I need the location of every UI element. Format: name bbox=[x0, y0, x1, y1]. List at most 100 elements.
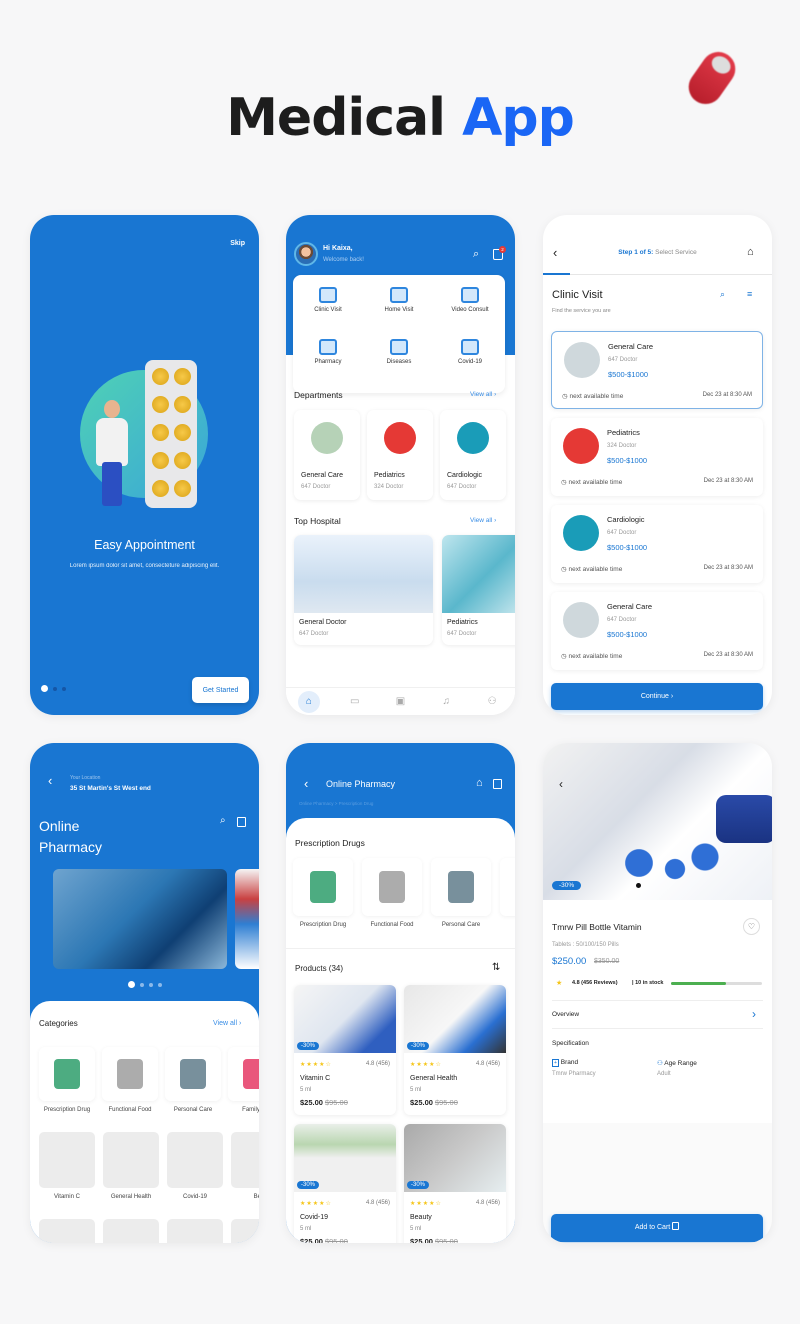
service-item[interactable]: Pediatrics 324 Doctor $500-$1000 ◷ next ava… bbox=[551, 418, 763, 496]
subgreeting: Welcome back! bbox=[323, 257, 364, 263]
menu-icon[interactable]: ≡ bbox=[747, 289, 752, 299]
favorite-heart-icon[interactable]: ♡ bbox=[743, 918, 760, 935]
department-card[interactable]: Pediatrics 324 Doctor bbox=[367, 410, 433, 500]
cart-icon[interactable] bbox=[237, 817, 246, 827]
department-card[interactable]: General Care 647 Doctor bbox=[294, 410, 360, 500]
service-home-visit[interactable]: Home Visit bbox=[364, 287, 434, 313]
service-item[interactable]: General Care 647 Doctor $500-$1000 ◷ next a… bbox=[551, 592, 763, 670]
title-main: Medical bbox=[226, 88, 446, 148]
overview-row[interactable]: Overview bbox=[552, 1011, 579, 1018]
product-name: Tmrw Pill Bottle Vitamin bbox=[552, 922, 642, 932]
product-card[interactable]: -30% ★★★★☆ 4.8 (456) Vitamin C 5 ml $25.00 $95… bbox=[294, 985, 396, 1115]
category-item[interactable]: Functional Food bbox=[362, 858, 422, 928]
search-icon[interactable]: ⌕ bbox=[473, 248, 479, 261]
discount-badge: -30% bbox=[407, 1042, 430, 1050]
promo-banner[interactable] bbox=[53, 869, 227, 969]
tablet-icon bbox=[152, 368, 169, 385]
category-item[interactable]: Prescription Drug bbox=[293, 858, 353, 928]
product-price: $250.00 bbox=[552, 956, 587, 967]
rating-text: 4.8 (456) bbox=[365, 1061, 390, 1067]
skip-button[interactable]: Skip bbox=[230, 240, 245, 247]
product-name: General Health bbox=[410, 1075, 458, 1082]
product-thumb[interactable] bbox=[103, 1219, 159, 1243]
product-rating[interactable]: 4.8 (456 Reviews) bbox=[572, 980, 618, 986]
service-pharmacy[interactable]: Pharmacy bbox=[293, 339, 363, 365]
onboarding-heading: Easy Appointment bbox=[94, 538, 195, 552]
avatar[interactable] bbox=[294, 242, 318, 266]
product-price: $25.00 $95.00 bbox=[300, 1098, 348, 1107]
breadcrumb[interactable]: Online Pharmacy > Prescription Drug bbox=[299, 801, 373, 806]
home-icon[interactable]: ⌂ bbox=[476, 777, 483, 789]
search-icon[interactable]: ⌕ bbox=[220, 815, 226, 826]
product-card[interactable]: -30% ★★★★☆ 4.8 (456) General Health 5 ml $25.… bbox=[404, 985, 506, 1115]
search-icon[interactable]: ⌕ bbox=[720, 289, 725, 300]
bell-icon[interactable]: ♫ bbox=[435, 691, 457, 713]
category-label: Prescription Drug bbox=[43, 1107, 91, 1113]
category-thumb bbox=[102, 1047, 158, 1101]
product-card[interactable]: -30% ★★★★☆ 4.8 (456) Covid-19 5 ml $25.00 $95.… bbox=[294, 1124, 396, 1243]
tablet-icon bbox=[152, 480, 169, 497]
hospital-view-all[interactable]: View all › bbox=[470, 517, 496, 524]
home-icon[interactable]: ⌂ bbox=[747, 246, 754, 258]
spec-title: Specification bbox=[552, 1040, 589, 1047]
doctor-count: 647 Doctor bbox=[608, 357, 638, 363]
departments-view-all[interactable]: View all › bbox=[470, 391, 496, 398]
clinic-title: Clinic Visit bbox=[552, 289, 603, 301]
sort-icon[interactable]: ⇅ bbox=[492, 962, 500, 973]
continue-button[interactable]: Continue › bbox=[551, 683, 763, 710]
promo-banner-next[interactable] bbox=[235, 869, 259, 969]
categories-view-all[interactable]: View all › bbox=[213, 1020, 241, 1027]
product-thumb[interactable] bbox=[39, 1132, 95, 1188]
back-icon[interactable]: ‹ bbox=[48, 773, 52, 788]
chat-icon[interactable]: ▭ bbox=[344, 691, 366, 713]
product-thumb[interactable] bbox=[103, 1132, 159, 1188]
discount-badge: -30% bbox=[297, 1042, 320, 1050]
service-item[interactable]: Cardiologic 647 Doctor $500-$1000 ◷ next av… bbox=[551, 505, 763, 583]
category-item[interactable]: Personal Care bbox=[165, 1047, 221, 1113]
back-icon[interactable]: ‹ bbox=[559, 777, 563, 791]
service-covid-19[interactable]: Covid-19 bbox=[435, 339, 505, 365]
hospital-card[interactable]: General Doctor 647 Doctor bbox=[294, 535, 433, 645]
price-range: $500-$1000 bbox=[608, 370, 649, 379]
product-label: General Health bbox=[110, 1194, 152, 1200]
doctor-count: 324 Doctor bbox=[607, 443, 637, 449]
users-icon[interactable]: ⚇ bbox=[481, 691, 503, 713]
service-video-consult[interactable]: Video Consult bbox=[435, 287, 505, 313]
calendar-icon[interactable]: ▣ bbox=[389, 691, 411, 713]
tablet-icon bbox=[174, 424, 191, 441]
service-clinic-visit[interactable]: Clinic Visit bbox=[293, 287, 363, 313]
location-value[interactable]: 35 St Martin's St West end bbox=[70, 785, 151, 792]
star-rating: ★★★★☆ bbox=[410, 1062, 442, 1068]
product-card[interactable]: -30% ★★★★☆ 4.8 (456) Beauty 5 ml $25.00 $95.00 bbox=[404, 1124, 506, 1243]
service-item[interactable]: General Care 647 Doctor $500-$1000 ◷ next a… bbox=[551, 331, 763, 409]
category-item[interactable]: Prescription Drug bbox=[39, 1047, 95, 1113]
department-count: 324 Doctor bbox=[374, 484, 404, 490]
category-item[interactable]: Fa bbox=[500, 858, 515, 928]
price-old: $95.00 bbox=[324, 1098, 348, 1107]
doctor-icon bbox=[563, 602, 599, 638]
detail-panel: Tmrw Pill Bottle Vitamin ♡ Tablets : 50/… bbox=[543, 900, 772, 1123]
add-to-cart-button[interactable]: Add to Cart bbox=[551, 1214, 763, 1242]
clipboard-icon bbox=[319, 339, 337, 355]
product-thumb[interactable] bbox=[39, 1219, 95, 1243]
service-diseases[interactable]: Diseases bbox=[364, 339, 434, 365]
department-card[interactable]: Cardiologic 647 Doctor bbox=[440, 410, 506, 500]
rating-text: 4.8 (456) bbox=[365, 1200, 390, 1206]
price-current: $25.00 bbox=[410, 1237, 433, 1243]
cart-icon[interactable] bbox=[493, 779, 502, 789]
page-dot bbox=[62, 686, 66, 691]
page-dot-active bbox=[41, 685, 48, 692]
product-thumb[interactable] bbox=[231, 1132, 259, 1188]
get-started-button[interactable]: Get Started bbox=[192, 677, 249, 703]
home-icon[interactable]: ⌂ bbox=[297, 690, 320, 713]
back-icon[interactable]: ‹ bbox=[304, 776, 308, 791]
product-thumb[interactable] bbox=[231, 1219, 259, 1243]
category-item[interactable]: Family Me bbox=[228, 1047, 259, 1113]
chevron-right-icon[interactable]: › bbox=[752, 1007, 756, 1021]
product-thumb[interactable] bbox=[167, 1132, 223, 1188]
category-item[interactable]: Personal Care bbox=[431, 858, 491, 928]
category-item[interactable]: Functional Food bbox=[102, 1047, 158, 1113]
product-thumb[interactable] bbox=[167, 1219, 223, 1243]
hospital-card[interactable]: Pediatrics 647 Doctor bbox=[442, 535, 515, 645]
category-thumb bbox=[431, 858, 491, 916]
